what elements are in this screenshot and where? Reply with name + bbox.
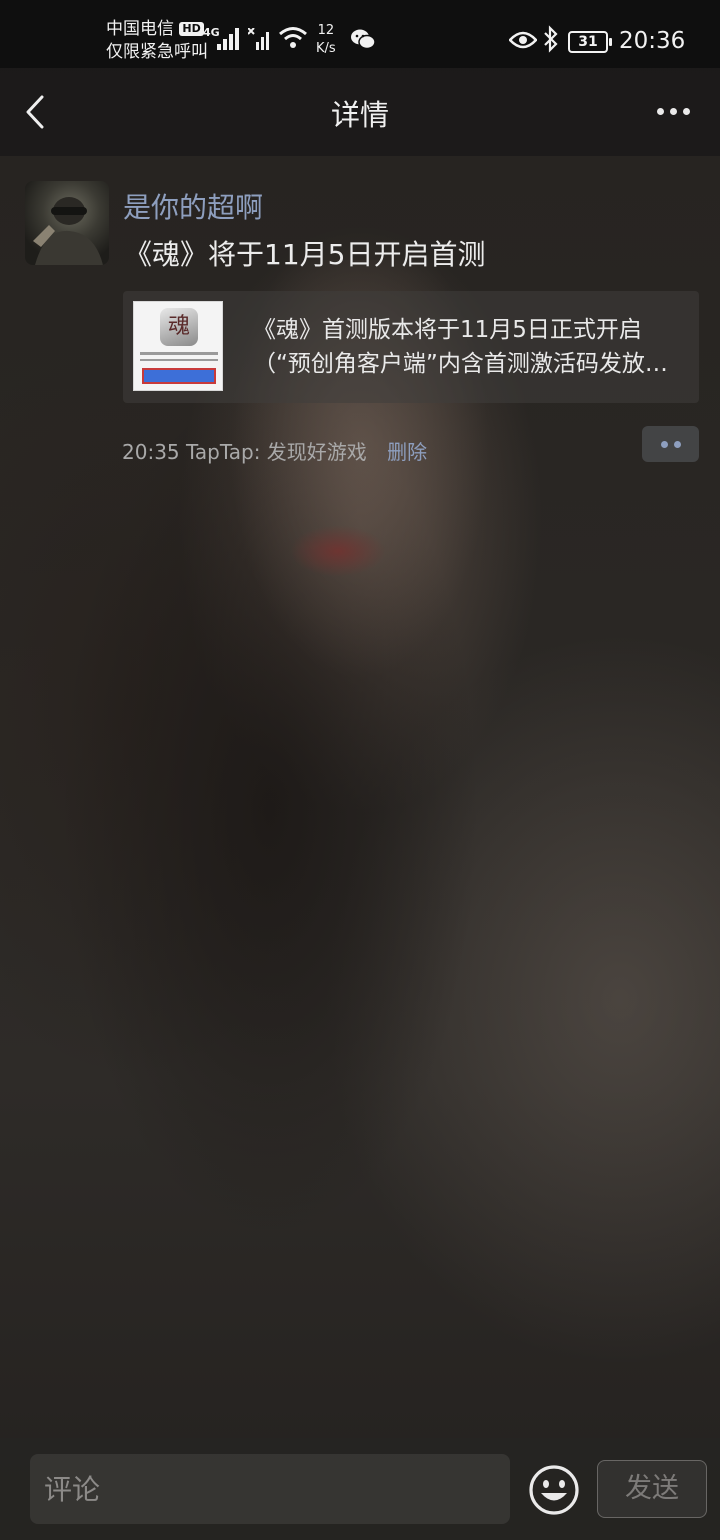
carrier-info: 中国电信 HD 仅限紧急呼叫 [106, 18, 208, 64]
emoji-icon[interactable] [528, 1464, 580, 1516]
comment-input[interactable] [30, 1454, 510, 1524]
hd-badge: HD [179, 22, 204, 36]
avatar[interactable] [25, 181, 109, 265]
wechat-icon [351, 29, 376, 50]
post-time: 20:35 [122, 440, 180, 464]
post-meta: 20:35 TapTap: 发现好游戏 删除 [122, 436, 427, 465]
carrier-name: 中国电信 [106, 19, 174, 39]
signal-icon [217, 28, 239, 50]
navigation-bar: 详情 [0, 68, 720, 156]
bluetooth-icon [544, 25, 558, 53]
clock: 20:36 [619, 28, 686, 54]
status-bar: 中国电信 HD 仅限紧急呼叫 4G 12 K/s 31 20:36 [0, 0, 720, 68]
comment-bar: 发送 [0, 1438, 720, 1540]
link-description-line2: （“预创角客户端”内含首测激活码发放… [253, 351, 668, 377]
page-title: 详情 [330, 98, 389, 132]
post-source[interactable]: TapTap: 发现好游戏 [186, 440, 367, 464]
no-signal-icon [248, 28, 269, 50]
screen: 中国电信 HD 仅限紧急呼叫 4G 12 K/s 31 20:36 详情 是你的… [0, 0, 720, 1540]
network-speed-unit: K/s [316, 41, 336, 56]
network-speed-value: 12 [317, 23, 335, 38]
battery-icon: 31 [568, 31, 612, 53]
delete-button[interactable]: 删除 [387, 440, 427, 464]
avatar-photo [33, 197, 103, 265]
like-comment-button[interactable] [642, 426, 699, 462]
thumb-download-button [142, 368, 216, 384]
network-speed: 12 K/s [316, 22, 336, 58]
dot-icon [673, 440, 681, 448]
dot-icon [660, 440, 668, 448]
post-text: 《魂》将于11月5日开启首测 [124, 238, 486, 271]
wifi-icon [279, 27, 307, 48]
link-card[interactable]: 魂 《魂》首测版本将于11月5日正式开启 （“预创角客户端”内含首测激活码发放… [123, 291, 699, 403]
link-description: 《魂》首测版本将于11月5日正式开启 （“预创角客户端”内含首测激活码发放… [253, 313, 693, 381]
game-logo-icon: 魂 [160, 308, 198, 346]
eye-icon [509, 31, 537, 49]
more-dots-icon[interactable] [657, 108, 690, 115]
link-thumbnail: 魂 [133, 301, 223, 391]
author-name[interactable]: 是你的超啊 [123, 186, 263, 226]
background-photo-lips [290, 525, 386, 577]
send-button[interactable]: 发送 [597, 1460, 707, 1518]
carrier-status: 仅限紧急呼叫 [106, 42, 208, 62]
thumb-text-line [140, 352, 218, 355]
link-description-line1: 《魂》首测版本将于11月5日正式开启 [253, 317, 642, 343]
thumb-text-line [140, 359, 218, 361]
